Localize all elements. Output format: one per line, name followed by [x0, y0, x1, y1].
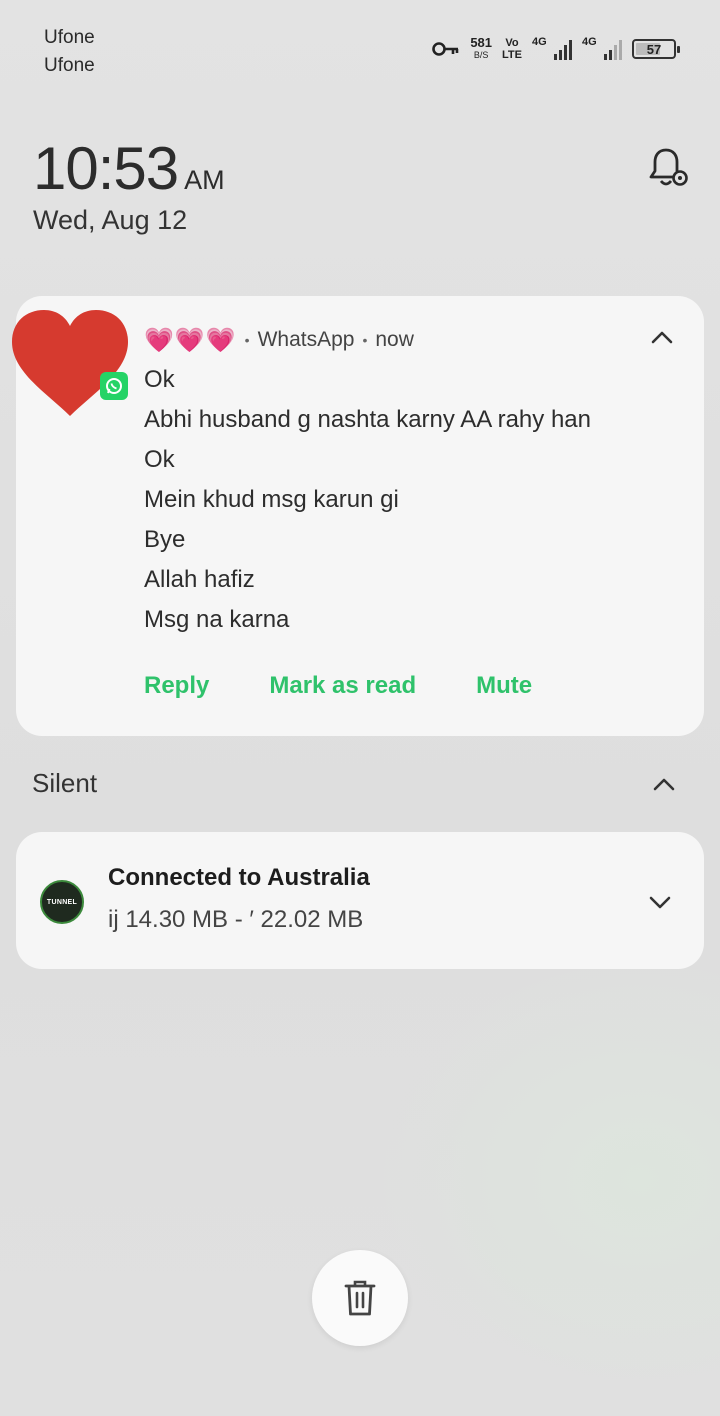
network-speed-unit: B/S — [473, 50, 489, 60]
lockscreen-date: Wed, Aug 12 — [33, 205, 188, 235]
volte-top: Vo — [505, 37, 519, 49]
collapse-chevron-up-icon[interactable] — [648, 324, 676, 352]
vpn-title: Connected to Australia — [108, 864, 370, 891]
silent-section-title: Silent — [32, 768, 98, 798]
clear-all-button[interactable] — [312, 1250, 408, 1346]
message-item: Msg na karna — [144, 606, 290, 633]
whatsapp-badge-icon — [100, 372, 128, 400]
reply-button[interactable]: Reply — [144, 672, 209, 700]
message-list: Ok Abhi husband g nashta karny AA rahy h… — [144, 360, 591, 640]
expand-chevron-down-icon[interactable] — [646, 888, 674, 916]
message-item: Ok — [144, 366, 175, 393]
lockscreen-clock: 10:53 AM — [33, 134, 225, 203]
clock-ampm: AM — [184, 165, 225, 195]
carrier-labels: Ufone Ufone — [44, 24, 95, 80]
mark-as-read-button[interactable]: Mark as read — [269, 672, 416, 700]
status-icons: 581 B/S Vo LTE 4G 4G 57 — [432, 34, 680, 64]
trash-icon — [344, 1280, 376, 1316]
heart-avatar — [12, 310, 128, 416]
volte-bottom: LTE — [502, 49, 522, 61]
whatsapp-notification-card[interactable]: 💗💗💗 • WhatsApp • now Ok Abhi husband g n… — [12, 296, 704, 736]
message-item: Bye — [144, 526, 186, 553]
app-name: WhatsApp — [257, 328, 355, 351]
carrier-2: Ufone — [44, 55, 95, 76]
silent-collapse-chevron-up-icon[interactable] — [650, 771, 678, 799]
notification-settings-bell-icon[interactable] — [646, 144, 692, 190]
volte-indicator: Vo LTE — [502, 37, 522, 61]
vpn-data-usage: ij 14.30 MB - ′ 22.02 MB — [108, 906, 364, 933]
battery-icon: 57 — [632, 39, 680, 59]
message-item: Mein khud msg karun gi — [144, 486, 399, 513]
key-icon — [432, 42, 459, 56]
notification-header: 💗💗💗 • WhatsApp • now — [144, 326, 414, 354]
tunnel-app-icon: TUNNEL — [40, 880, 84, 924]
sim1-network-type: 4G — [532, 36, 547, 48]
message-item: Abhi husband g nashta karny AA rahy han — [144, 406, 591, 433]
sim2-signal-icon: 4G — [582, 36, 622, 60]
notification-actions: Reply Mark as read Mute — [144, 672, 592, 700]
tunnel-icon-text: TUNNEL — [46, 898, 78, 906]
carrier-1: Ufone — [44, 27, 95, 48]
sender-name: 💗💗💗 — [144, 326, 237, 354]
mute-button[interactable]: Mute — [476, 672, 532, 700]
network-speed-value: 581 — [470, 35, 493, 50]
network-speed: 581 B/S — [470, 35, 493, 61]
clock-time: 10:53 — [33, 135, 179, 202]
notification-time: now — [375, 328, 414, 351]
battery-level: 57 — [646, 41, 662, 57]
vpn-notification-card[interactable]: TUNNEL Connected to Australia ij 14.30 M… — [16, 832, 704, 969]
message-item: Ok — [144, 446, 175, 473]
sim2-network-type: 4G — [582, 36, 597, 48]
sim1-signal-icon: 4G — [532, 36, 572, 60]
message-item: Allah hafiz — [144, 566, 255, 593]
